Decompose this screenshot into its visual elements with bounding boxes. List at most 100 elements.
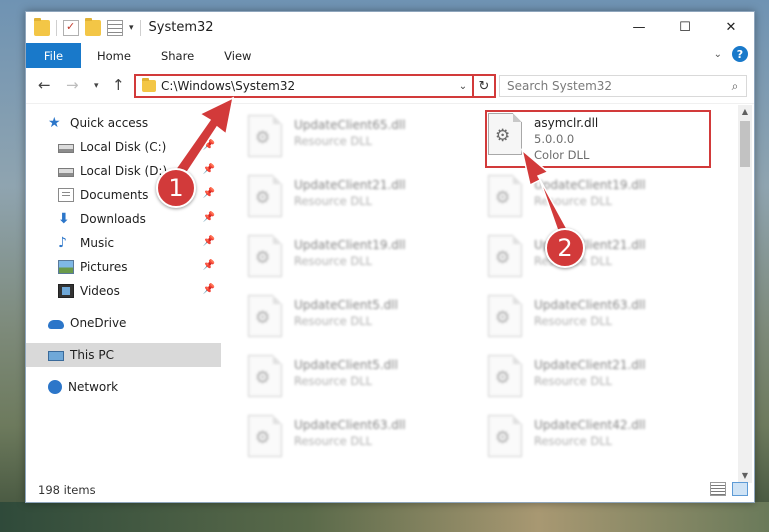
file-name: UpdateClient21.dll <box>294 178 406 192</box>
file-type: Resource DLL <box>294 254 373 268</box>
view-switcher <box>710 482 748 496</box>
sidebar-item-label: Videos <box>80 284 120 298</box>
file-name: UpdateClient19.dll <box>294 238 406 252</box>
folder-icon <box>142 78 156 92</box>
pin-icon[interactable]: 📌 <box>203 188 215 199</box>
cloud-icon <box>48 320 64 329</box>
pin-icon[interactable]: 📌 <box>203 140 215 151</box>
file-list: ⚙ UpdateClient65.dll Resource DLL ⚙ asym… <box>226 105 738 475</box>
file-item[interactable]: ⚙ UpdateClient19.dll Resource DLL <box>248 235 478 283</box>
tab-home[interactable]: Home <box>81 43 145 68</box>
vertical-scrollbar[interactable]: ▲ ▼ <box>738 105 752 483</box>
close-button[interactable]: ✕ <box>708 12 754 43</box>
help-icon[interactable]: ? <box>732 46 748 62</box>
sidebar-item-pictures[interactable]: Pictures 📌 <box>26 255 221 279</box>
search-box[interactable]: ⌕ <box>499 75 747 97</box>
tab-share[interactable]: Share <box>145 43 208 68</box>
maximize-button[interactable]: ☐ <box>662 12 708 43</box>
search-input[interactable] <box>507 79 724 93</box>
file-item[interactable]: ⚙ UpdateClient5.dll Resource DLL <box>248 355 478 403</box>
desktop-background <box>0 502 769 532</box>
sidebar-item-network[interactable]: Network <box>26 375 221 399</box>
sidebar-item-label: Local Disk (D:) <box>80 164 168 178</box>
file-name: UpdateClient63.dll <box>534 298 646 312</box>
scroll-up-icon[interactable]: ▲ <box>738 105 752 119</box>
properties-icon[interactable] <box>63 19 79 36</box>
sidebar-item-label: OneDrive <box>70 316 127 330</box>
sidebar-item-music[interactable]: ♪ Music 📌 <box>26 231 221 255</box>
address-bar[interactable]: C:\Windows\System32 ⌄ ↻ <box>134 74 496 98</box>
dll-file-icon: ⚙ <box>248 355 282 397</box>
folder-icon <box>34 17 50 36</box>
sidebar-item-label: This PC <box>70 348 114 362</box>
sidebar-item-local-disk-c[interactable]: Local Disk (C:) 📌 <box>26 135 221 159</box>
file-item[interactable]: ⚙ UpdateClient21.dll Resource DLL <box>488 355 718 403</box>
file-item[interactable]: ⚙ UpdateClient5.dll Resource DLL <box>248 295 478 343</box>
sidebar-item-label: Downloads <box>80 212 146 226</box>
sidebar-item-label: Quick access <box>70 116 149 130</box>
file-item[interactable]: ⚙ UpdateClient63.dll Resource DLL <box>488 295 718 343</box>
downloads-icon: ⬇ <box>58 211 70 227</box>
sidebar-item-onedrive[interactable]: OneDrive <box>26 311 221 335</box>
file-type: Resource DLL <box>534 434 613 448</box>
file-name: UpdateClient42.dll <box>534 418 646 432</box>
address-path[interactable]: C:\Windows\System32 <box>161 79 454 93</box>
tab-file[interactable]: File <box>26 43 81 68</box>
sidebar-item-this-pc[interactable]: This PC <box>26 343 221 367</box>
file-type: Resource DLL <box>294 194 373 208</box>
minimize-button[interactable]: — <box>616 12 662 43</box>
dll-file-icon: ⚙ <box>488 355 522 397</box>
view-options-icon[interactable] <box>107 19 123 36</box>
file-item[interactable]: ⚙ UpdateClient42.dll Resource DLL <box>488 415 718 463</box>
customize-toolbar-icon[interactable]: ▾ <box>129 23 134 33</box>
refresh-icon[interactable]: ↻ <box>472 76 494 96</box>
navigation-bar: ← → ▾ ↑ C:\Windows\System32 ⌄ ↻ ⌕ <box>26 68 754 104</box>
pin-icon[interactable]: 📌 <box>203 260 215 271</box>
forward-arrow-icon[interactable]: → <box>66 76 79 94</box>
scroll-thumb[interactable] <box>740 121 750 167</box>
navigation-pane: ★ Quick access Local Disk (C:) 📌 Local D… <box>26 105 221 475</box>
pin-icon[interactable]: 📌 <box>203 164 215 175</box>
pin-icon[interactable]: 📌 <box>203 236 215 247</box>
pin-icon[interactable]: 📌 <box>203 284 215 295</box>
file-name: UpdateClient5.dll <box>294 358 398 372</box>
sidebar-item-label: Documents <box>80 188 149 202</box>
sidebar-item-label: Pictures <box>80 260 128 274</box>
sidebar-item-downloads[interactable]: ⬇ Downloads 📌 <box>26 207 221 231</box>
file-item[interactable]: ⚙ UpdateClient21.dll Resource DLL <box>248 175 478 223</box>
sidebar-item-videos[interactable]: Videos 📌 <box>26 279 221 303</box>
address-dropdown-icon[interactable]: ⌄ <box>454 81 472 92</box>
ribbon-right-controls: ⌄ ? <box>714 46 748 62</box>
step-2-callout: 2 <box>545 228 585 268</box>
file-type: Resource DLL <box>294 134 373 148</box>
file-item[interactable]: ⚙ UpdateClient65.dll Resource DLL <box>248 115 478 163</box>
documents-icon <box>58 188 74 202</box>
tiles-view-icon[interactable] <box>732 482 748 496</box>
file-item[interactable]: ⚙ UpdateClient21.dll Resource DLL <box>488 235 718 283</box>
tab-view[interactable]: View <box>208 43 265 68</box>
sidebar-item-quick-access[interactable]: ★ Quick access <box>26 111 221 135</box>
ribbon-tabs: File Home Share View ⌄ ? <box>26 43 754 68</box>
file-explorer-window: ▾ System32 — ☐ ✕ File Home Share View ⌄ … <box>25 11 755 503</box>
pictures-icon <box>58 260 74 274</box>
dll-file-icon: ⚙ <box>248 295 282 337</box>
file-name: UpdateClient5.dll <box>294 298 398 312</box>
search-icon[interactable]: ⌕ <box>724 79 746 94</box>
file-item[interactable]: ⚙ UpdateClient19.dll Resource DLL <box>488 175 718 223</box>
recent-locations-icon[interactable]: ▾ <box>94 81 99 91</box>
file-type: Resource DLL <box>534 314 613 328</box>
videos-icon <box>58 284 74 298</box>
new-folder-icon[interactable] <box>85 17 101 36</box>
file-type: Resource DLL <box>294 434 373 448</box>
expand-ribbon-icon[interactable]: ⌄ <box>714 49 722 60</box>
details-view-icon[interactable] <box>710 482 726 496</box>
sidebar-item-label: Local Disk (C:) <box>80 140 167 154</box>
file-item[interactable]: ⚙ UpdateClient63.dll Resource DLL <box>248 415 478 463</box>
status-bar: 198 items <box>26 478 754 502</box>
pin-icon[interactable]: 📌 <box>203 212 215 223</box>
dll-file-icon: ⚙ <box>248 235 282 277</box>
item-count: 198 items <box>38 483 96 497</box>
back-arrow-icon[interactable]: ← <box>38 76 51 94</box>
up-arrow-icon[interactable]: ↑ <box>112 76 125 94</box>
dll-file-icon: ⚙ <box>488 415 522 457</box>
